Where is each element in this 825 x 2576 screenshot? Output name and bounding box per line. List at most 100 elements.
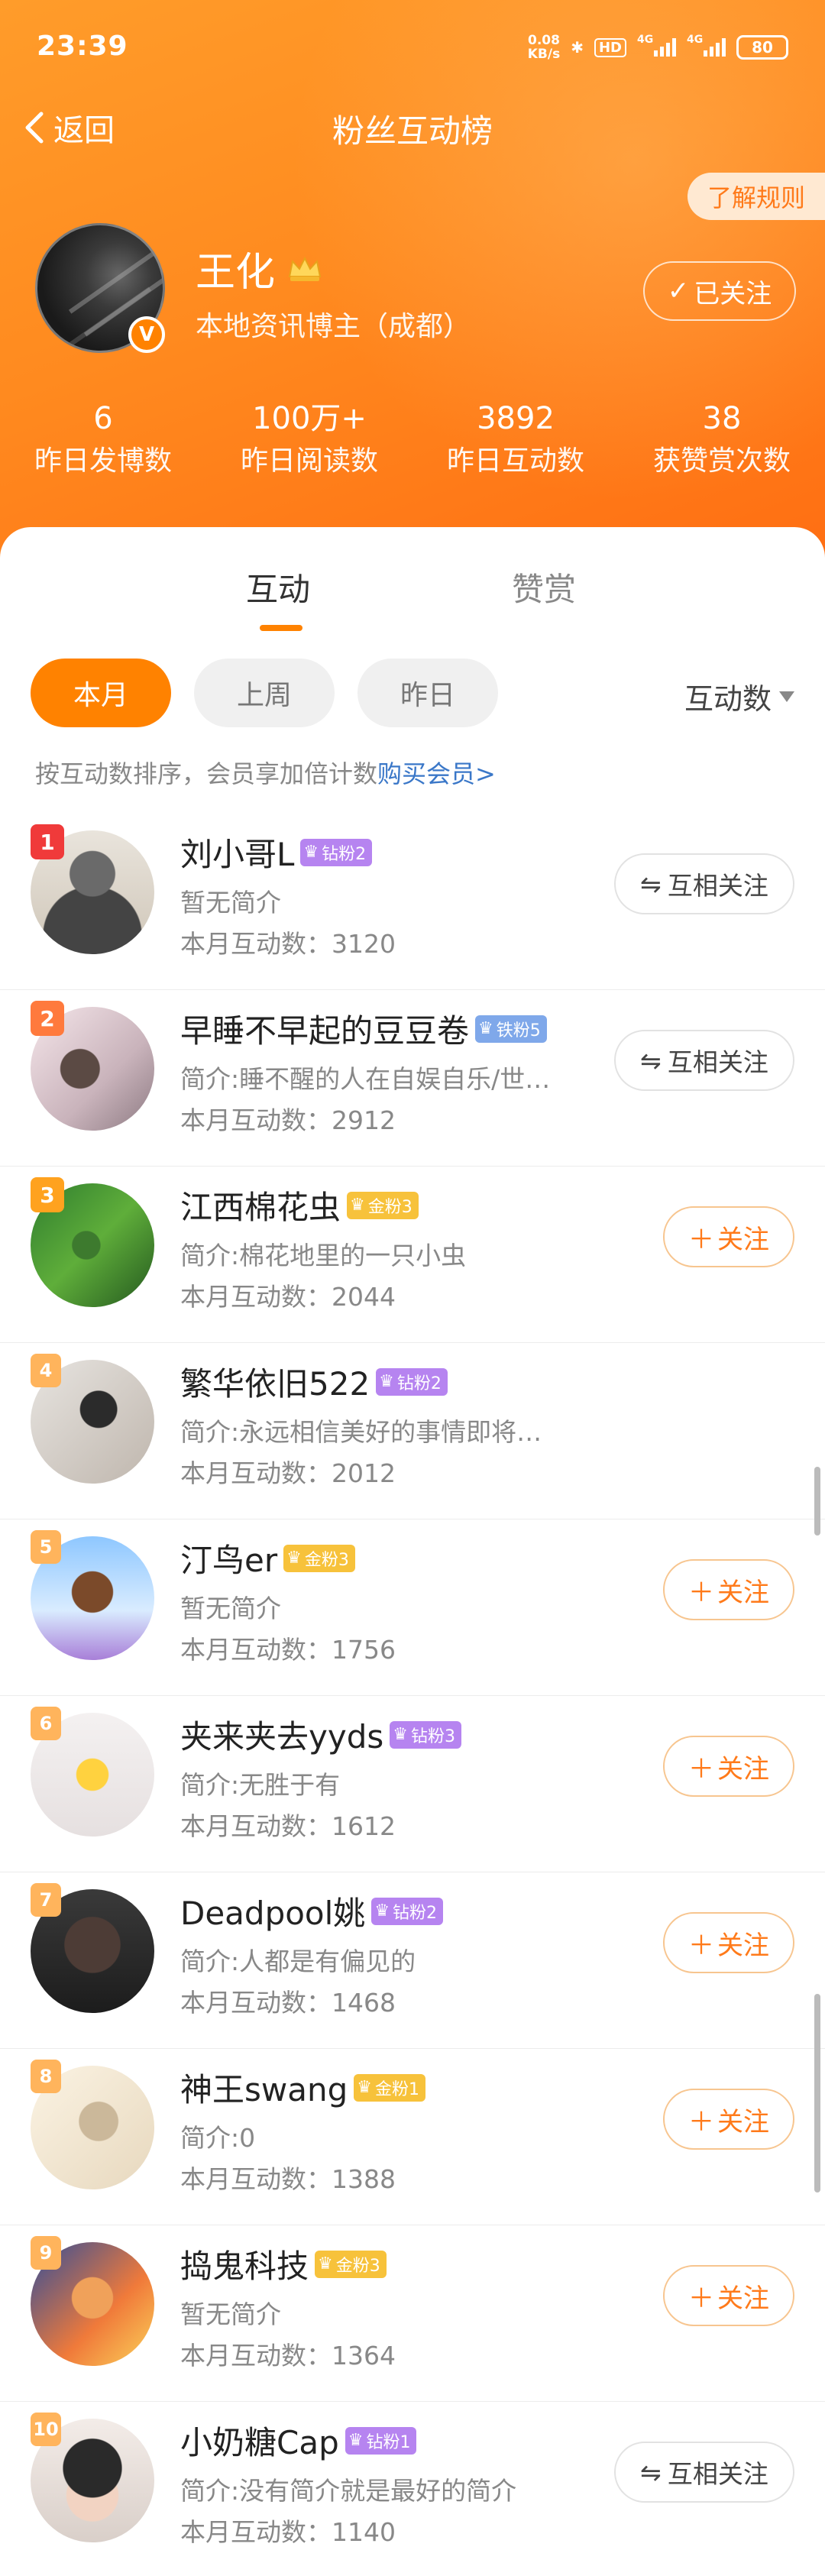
signal-icon: 4G [687, 34, 726, 57]
fan-name-row: 江西棉花虫 ♛ 金粉3 [180, 1182, 419, 1228]
interaction-count: 本月互动数：1612 [180, 1811, 396, 1841]
list-item[interactable]: 3 江西棉花虫 ♛ 金粉3 简介:棉花地里的一只小虫 本月互动数：2044 ＋ … [0, 1167, 825, 1343]
sort-hint: 按互动数排序，会员享加倍计数购买会员> [35, 759, 496, 788]
filter-this-month[interactable]: 本月 [31, 659, 171, 727]
stats-row: 6 昨日发博数 100万+ 昨日阅读数 3892 昨日互动数 38 获赞赏次数 [0, 397, 825, 489]
fan-name-row: 神王swang ♛ 金粉1 [180, 2064, 425, 2111]
status-bar: 23:39 0.08 KB/s ✱ HD 4G 4G 80 [37, 31, 788, 73]
list-item[interactable]: 9 捣鬼科技 ♛ 金粉3 暂无简介 本月互动数：1364 ＋ 关注 [0, 2225, 825, 2402]
filter-yesterday[interactable]: 昨日 [358, 659, 498, 727]
fan-name[interactable]: 捣鬼科技 [180, 2241, 309, 2287]
stat-item: 38 获赞赏次数 [652, 401, 791, 477]
tab-reward[interactable]: 赞赏 [512, 564, 576, 610]
fan-bio: 简介:永远相信美好的事情即将… [180, 1417, 542, 1447]
tab-interaction[interactable]: 互动 [246, 564, 310, 610]
bluetooth-icon: ✱ [571, 38, 584, 57]
interaction-count: 本月互动数：1468 [180, 1988, 396, 2018]
rank-badge: 9 [31, 2236, 61, 2270]
interaction-count: 本月互动数：1756 [180, 1635, 396, 1665]
header: 23:39 0.08 KB/s ✱ HD 4G 4G 80 返回 粉丝互动榜 了… [0, 0, 825, 581]
interaction-count: 本月互动数：3120 [180, 929, 396, 959]
follow-button[interactable]: ＋ 关注 [663, 1206, 794, 1267]
fan-level-badge: ♛ 铁粉5 [475, 1015, 547, 1043]
signal-icon: 4G [637, 34, 676, 57]
fan-bio: 简介:睡不醒的人在自娱自乐/世… [180, 1064, 551, 1094]
interaction-count: 本月互动数：2012 [180, 1458, 396, 1488]
sort-select[interactable]: 互动数 [684, 675, 794, 717]
interaction-count: 本月互动数：1140 [180, 2517, 396, 2547]
mutual-follow-button[interactable]: ⇋ 互相关注 [614, 853, 794, 914]
list-item[interactable]: 7 Deadpool姚 ♛ 钻粉2 简介:人都是有偏见的 本月互动数：1468 … [0, 1872, 825, 2049]
fan-bio: 简介:没有简介就是最好的简介 [180, 2476, 517, 2506]
rank-badge: 10 [31, 2413, 61, 2446]
check-icon: ✓ [667, 276, 690, 306]
rules-button[interactable]: 了解规则 [688, 173, 825, 220]
buy-membership-link[interactable]: 购买会员> [377, 759, 496, 788]
list-item[interactable]: 4 繁华依旧522 ♛ 钻粉2 简介:永远相信美好的事情即将… 本月互动数：20… [0, 1343, 825, 1519]
fan-level-badge: ♛ 钻粉2 [300, 838, 373, 866]
fan-list: 1 刘小哥L ♛ 钻粉2 暂无简介 本月互动数：3120 ⇋ 互相关注 2 早睡… [0, 814, 825, 2576]
fan-name-row: Deadpool姚 ♛ 钻粉2 [180, 1888, 444, 1934]
follow-button[interactable]: ＋ 关注 [663, 2265, 794, 2326]
swap-icon: ⇋ [640, 869, 662, 899]
fan-name[interactable]: 小奶糖Cap [180, 2417, 339, 2464]
fan-name[interactable]: Deadpool姚 [180, 1888, 365, 1934]
list-item[interactable]: 1 刘小哥L ♛ 钻粉2 暂无简介 本月互动数：3120 ⇋ 互相关注 [0, 814, 825, 990]
fan-name[interactable]: 江西棉花虫 [180, 1182, 341, 1228]
fan-name-row: 刘小哥L ♛ 钻粉2 [180, 829, 373, 875]
fan-name[interactable]: 早睡不早起的豆豆卷 [180, 1005, 469, 1052]
fan-bio: 暂无简介 [180, 2299, 281, 2329]
plus-icon: ＋ [688, 1224, 714, 1255]
fan-name[interactable]: 夹来夹去yyds [180, 1711, 383, 1758]
fan-name-row: 汀鸟er ♛ 金粉3 [180, 1535, 355, 1581]
swap-icon: ⇋ [640, 2457, 662, 2487]
crown-icon: ♛ [374, 1901, 390, 1921]
followed-button[interactable]: ✓ 已关注 [643, 261, 796, 321]
fan-name[interactable]: 神王swang [180, 2064, 348, 2111]
rank-badge: 8 [31, 2060, 61, 2093]
fan-level-badge: ♛ 金粉3 [283, 1544, 355, 1572]
follow-button[interactable]: ＋ 关注 [663, 1559, 794, 1620]
list-item[interactable]: 8 神王swang ♛ 金粉1 简介:0 本月互动数：1388 ＋ 关注 [0, 2049, 825, 2225]
follow-button[interactable]: ＋ 关注 [663, 1736, 794, 1797]
crown-icon: ♛ [318, 2254, 333, 2273]
fan-level-badge: ♛ 金粉3 [347, 1191, 419, 1219]
swap-icon: ⇋ [640, 1045, 662, 1076]
follow-button[interactable]: ＋ 关注 [663, 1912, 794, 1973]
interaction-count: 本月互动数：1364 [180, 2341, 396, 2371]
mutual-follow-button[interactable]: ⇋ 互相关注 [614, 2442, 794, 2503]
scrollbar-thumb[interactable] [814, 1994, 820, 2193]
crown-icon: ♛ [286, 1549, 302, 1568]
rank-badge: 3 [31, 1177, 64, 1212]
follow-button[interactable]: ＋ 关注 [663, 2089, 794, 2150]
list-item[interactable]: 6 夹来夹去yyds ♛ 钻粉3 简介:无胜于有 本月互动数：1612 ＋ 关注 [0, 1696, 825, 1872]
scrollbar-thumb[interactable] [814, 1467, 820, 1536]
fan-bio: 简介:人都是有偏见的 [180, 1947, 416, 1976]
crown-icon: ♛ [303, 843, 319, 862]
net-speed: 0.08 KB/s [527, 33, 561, 62]
list-item[interactable]: 2 早睡不早起的豆豆卷 ♛ 铁粉5 简介:睡不醒的人在自娱自乐/世… 本月互动数… [0, 990, 825, 1167]
fan-level-badge: ♛ 钻粉1 [345, 2426, 417, 2455]
list-item[interactable]: 5 汀鸟er ♛ 金粉3 暂无简介 本月互动数：1756 ＋ 关注 [0, 1519, 825, 1696]
fan-bio: 暂无简介 [180, 888, 281, 917]
fan-name[interactable]: 刘小哥L [180, 829, 294, 875]
interaction-count: 本月互动数：2912 [180, 1105, 396, 1135]
interaction-count: 本月互动数：2044 [180, 1282, 396, 1312]
filter-bar: 本月 上周 昨日 互动数 [31, 659, 794, 727]
list-item[interactable]: 10 小奶糖Cap ♛ 钻粉1 简介:没有简介就是最好的简介 本月互动数：114… [0, 2402, 825, 2576]
fan-level-badge: ♛ 金粉3 [315, 2250, 387, 2278]
fan-name[interactable]: 繁华依旧522 [180, 1358, 370, 1405]
filter-last-week[interactable]: 上周 [194, 659, 335, 727]
fan-level-badge: ♛ 金粉1 [354, 2073, 425, 2102]
tab-bar: 互动 赞赏 [0, 564, 825, 640]
fan-bio: 简介:棉花地里的一只小虫 [180, 1241, 467, 1270]
mutual-follow-button[interactable]: ⇋ 互相关注 [614, 1030, 794, 1091]
page-title: 粉丝互动榜 [332, 112, 493, 150]
plus-icon: ＋ [688, 2106, 714, 2137]
rank-badge: 4 [31, 1354, 61, 1387]
interaction-count: 本月互动数：1388 [180, 2164, 396, 2194]
triangle-down-icon [779, 691, 794, 702]
battery-icon: 80 [736, 35, 788, 60]
fan-name[interactable]: 汀鸟er [180, 1535, 277, 1581]
rank-badge: 1 [31, 824, 64, 859]
